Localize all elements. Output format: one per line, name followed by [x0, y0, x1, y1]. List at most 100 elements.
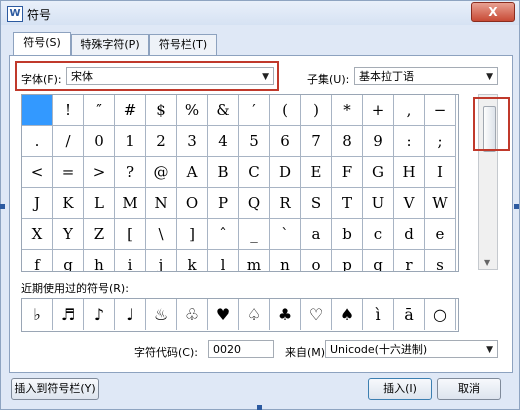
- resize-handle[interactable]: [514, 204, 519, 209]
- symbol-cell[interactable]: 9: [363, 126, 394, 157]
- symbol-cell[interactable]: A: [177, 157, 208, 188]
- symbol-cell[interactable]: L: [84, 188, 115, 219]
- insert-button[interactable]: 插入(I): [368, 378, 432, 400]
- tab-symbol-bar[interactable]: 符号栏(T): [149, 34, 217, 55]
- symbol-cell[interactable]: r: [394, 250, 425, 271]
- resize-handle[interactable]: [257, 405, 262, 410]
- symbol-cell[interactable]: O: [177, 188, 208, 219]
- subset-select[interactable]: 基本拉丁语 ▼: [354, 67, 498, 85]
- symbol-cell[interactable]: (: [270, 95, 301, 126]
- recent-symbol-cell[interactable]: ♩: [115, 299, 146, 330]
- symbol-cell[interactable]: G: [363, 157, 394, 188]
- symbol-cell[interactable]: 3: [177, 126, 208, 157]
- symbol-cell[interactable]: /: [53, 126, 84, 157]
- symbol-cell[interactable]: #: [115, 95, 146, 126]
- symbol-cell[interactable]: [: [115, 219, 146, 250]
- symbol-cell[interactable]: 6: [270, 126, 301, 157]
- symbol-cell[interactable]: &: [208, 95, 239, 126]
- symbol-cell[interactable]: W: [425, 188, 456, 219]
- recent-symbol-cell[interactable]: ○: [425, 299, 456, 330]
- insert-to-symbol-bar-button[interactable]: 插入到符号栏(Y): [11, 378, 99, 400]
- symbol-cell[interactable]: 0: [84, 126, 115, 157]
- symbol-cell[interactable]: M: [115, 188, 146, 219]
- recent-symbol-cell[interactable]: ì: [363, 299, 394, 330]
- symbol-cell[interactable]: S: [301, 188, 332, 219]
- recent-symbol-cell[interactable]: ♥: [208, 299, 239, 330]
- tab-special-characters[interactable]: 特殊字符(P): [71, 34, 149, 55]
- symbol-cell[interactable]: *: [332, 95, 363, 126]
- symbol-cell[interactable]: Q: [239, 188, 270, 219]
- symbol-cell[interactable]: U: [363, 188, 394, 219]
- symbol-cell[interactable]: a: [301, 219, 332, 250]
- char-code-input[interactable]: 0020: [208, 340, 274, 358]
- recent-symbol-cell[interactable]: ♪: [84, 299, 115, 330]
- symbol-cell[interactable]: .: [22, 126, 53, 157]
- symbol-cell[interactable]: D: [270, 157, 301, 188]
- symbol-cell[interactable]: $: [146, 95, 177, 126]
- symbol-cell[interactable]: =: [53, 157, 84, 188]
- symbol-cell[interactable]: !: [53, 95, 84, 126]
- symbol-cell[interactable]: V: [394, 188, 425, 219]
- symbol-cell[interactable]: 2: [146, 126, 177, 157]
- symbol-cell[interactable]: \: [146, 219, 177, 250]
- recent-symbol-cell[interactable]: ♨: [146, 299, 177, 330]
- symbol-cell[interactable]: k: [177, 250, 208, 271]
- symbol-cell[interactable]: F: [332, 157, 363, 188]
- symbol-cell[interactable]: _: [239, 219, 270, 250]
- recent-symbol-cell[interactable]: ♧: [177, 299, 208, 330]
- symbol-cell[interactable]: ): [301, 95, 332, 126]
- symbol-cell[interactable]: B: [208, 157, 239, 188]
- cancel-button[interactable]: 取消: [437, 378, 501, 400]
- symbol-cell[interactable]: T: [332, 188, 363, 219]
- symbol-cell[interactable]: 8: [332, 126, 363, 157]
- symbol-cell[interactable]: +: [363, 95, 394, 126]
- symbol-cell[interactable]: E: [301, 157, 332, 188]
- symbol-cell[interactable]: o: [301, 250, 332, 271]
- symbol-cell[interactable]: R: [270, 188, 301, 219]
- symbol-cell[interactable]: Z: [84, 219, 115, 250]
- symbol-cell[interactable]: J: [22, 188, 53, 219]
- symbol-cell[interactable]: <: [22, 157, 53, 188]
- symbol-cell[interactable]: H: [394, 157, 425, 188]
- tab-symbols[interactable]: 符号(S): [13, 32, 71, 56]
- symbol-cell[interactable]: ′: [239, 95, 270, 126]
- scroll-down-icon[interactable]: ▼: [484, 258, 490, 267]
- symbol-cell[interactable]: `: [270, 219, 301, 250]
- recent-symbol-cell[interactable]: ā: [394, 299, 425, 330]
- symbol-cell[interactable]: I: [425, 157, 456, 188]
- recent-symbol-cell[interactable]: ♣: [270, 299, 301, 330]
- symbol-cell[interactable]: X: [22, 219, 53, 250]
- symbol-cell[interactable]: %: [177, 95, 208, 126]
- symbol-cell[interactable]: m: [239, 250, 270, 271]
- symbol-cell[interactable]: ˆ: [208, 219, 239, 250]
- recent-symbols-row[interactable]: ♭ ♬ ♪ ♩ ♨ ♧ ♥ ♤ ♣ ♡ ♠ ì ā ○: [21, 298, 459, 332]
- symbol-cell[interactable]: 4: [208, 126, 239, 157]
- symbol-cell[interactable]: j: [146, 250, 177, 271]
- symbol-cell[interactable]: p: [332, 250, 363, 271]
- from-select[interactable]: Unicode(十六进制) ▼: [325, 340, 498, 358]
- symbol-cell[interactable]: @: [146, 157, 177, 188]
- symbol-cell[interactable]: −: [425, 95, 456, 126]
- symbol-cell[interactable]: f: [22, 250, 53, 271]
- symbol-cell[interactable]: d: [394, 219, 425, 250]
- symbol-cell[interactable]: n: [270, 250, 301, 271]
- symbol-cell[interactable]: 7: [301, 126, 332, 157]
- symbol-cell[interactable]: b: [332, 219, 363, 250]
- symbol-cell[interactable]: P: [208, 188, 239, 219]
- symbol-cell[interactable]: q: [363, 250, 394, 271]
- symbol-cell[interactable]: ]: [177, 219, 208, 250]
- symbol-cell[interactable]: [22, 95, 53, 126]
- symbol-cell[interactable]: K: [53, 188, 84, 219]
- resize-handle[interactable]: [0, 204, 5, 209]
- symbol-cell[interactable]: 5: [239, 126, 270, 157]
- symbol-cell[interactable]: ,: [394, 95, 425, 126]
- symbol-cell[interactable]: ;: [425, 126, 456, 157]
- recent-symbol-cell[interactable]: ♬: [53, 299, 84, 330]
- symbol-cell[interactable]: ?: [115, 157, 146, 188]
- symbol-cell[interactable]: ″: [84, 95, 115, 126]
- symbol-cell[interactable]: Y: [53, 219, 84, 250]
- symbol-cell[interactable]: 1: [115, 126, 146, 157]
- recent-symbol-cell[interactable]: ♠: [332, 299, 363, 330]
- symbol-cell[interactable]: :: [394, 126, 425, 157]
- symbol-cell[interactable]: c: [363, 219, 394, 250]
